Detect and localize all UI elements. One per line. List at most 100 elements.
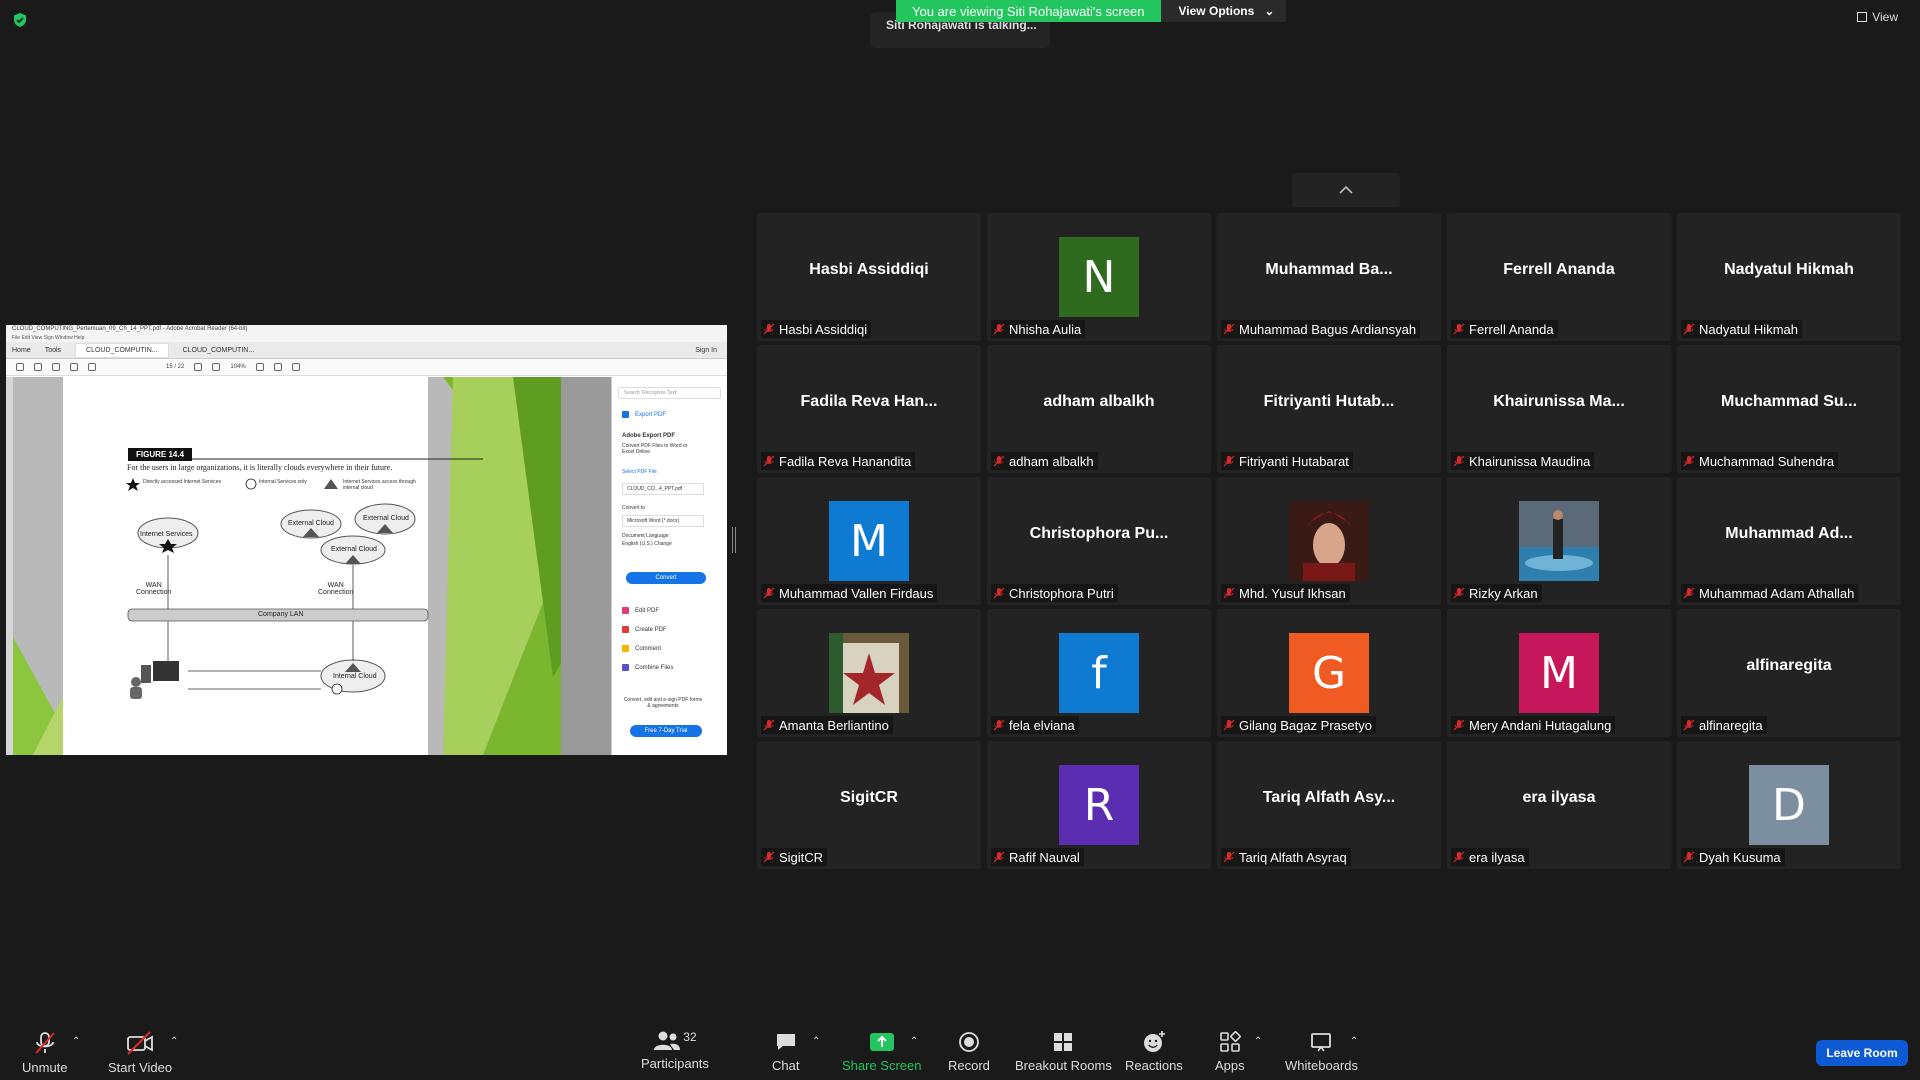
tab-document-1: CLOUD_COMPUTIN... xyxy=(75,342,169,358)
participant-name: Dyah Kusuma xyxy=(1699,849,1781,865)
split-resize-handle[interactable] xyxy=(732,527,736,553)
participant-name: Ferrell Ananda xyxy=(1469,321,1554,337)
participant-tile[interactable]: Mhd. Yusuf Ikhsan xyxy=(1217,477,1441,605)
participant-name-label: Khairunissa Maudina xyxy=(1451,452,1595,470)
view-options-button[interactable]: View Options ⌄ xyxy=(1160,0,1287,22)
participant-tile[interactable]: alfinaregita alfinaregita xyxy=(1677,609,1901,737)
tool-comment: Comment xyxy=(622,645,661,652)
cloud-label-external-2: External Cloud xyxy=(363,515,409,522)
muted-mic-icon xyxy=(763,323,775,335)
apps-button[interactable]: Apps xyxy=(1215,1030,1245,1073)
audio-options-caret[interactable]: ⌃ xyxy=(72,1036,80,1047)
participant-name-label: Nhisha Aulia xyxy=(991,320,1086,338)
tab-tools: Tools xyxy=(44,346,62,354)
record-button[interactable]: Record xyxy=(948,1030,990,1073)
leave-room-button[interactable]: Leave Room xyxy=(1816,1040,1908,1066)
participant-tile[interactable]: f fela elviana xyxy=(987,609,1211,737)
participant-avatar: R xyxy=(1059,765,1139,845)
participant-tile[interactable]: Tariq Alfath Asy... Tariq Alfath Asyraq xyxy=(1217,741,1441,869)
acrobat-right-panel: Search 'Recognize Text' Export PDF Adobe… xyxy=(611,377,727,755)
gallery-page-up-button[interactable] xyxy=(1292,173,1400,207)
start-video-button[interactable]: Start Video xyxy=(108,1030,172,1075)
tool-edit-pdf-label: Edit PDF xyxy=(635,607,660,614)
participant-tile[interactable]: Muhammad Ad... Muhammad Adam Athallah xyxy=(1677,477,1901,605)
view-button[interactable]: View xyxy=(1857,10,1898,24)
participant-tile[interactable]: era ilyasa era ilyasa xyxy=(1447,741,1671,869)
whiteboards-button[interactable]: Whiteboards xyxy=(1285,1030,1358,1073)
muted-mic-icon xyxy=(993,455,1005,467)
apps-options-caret[interactable]: ⌃ xyxy=(1254,1036,1262,1047)
participant-avatar: D xyxy=(1749,765,1829,845)
participant-name: Hasbi Assiddiqi xyxy=(779,321,868,337)
whiteboards-options-caret[interactable]: ⌃ xyxy=(1350,1036,1358,1047)
participant-tile[interactable]: Rizky Arkan xyxy=(1447,477,1671,605)
participant-tile[interactable]: Amanta Berliantino xyxy=(757,609,981,737)
participant-name: fela elviana xyxy=(1009,717,1075,733)
participant-avatar: G xyxy=(1289,633,1369,713)
reactions-button[interactable]: Reactions xyxy=(1125,1030,1183,1073)
participant-tile[interactable]: G Gilang Bagaz Prasetyo xyxy=(1217,609,1441,737)
participant-name-label: Nadyatul Hikmah xyxy=(1681,320,1802,338)
participant-tile[interactable]: N Nhisha Aulia xyxy=(987,213,1211,341)
muted-mic-icon xyxy=(1453,719,1465,731)
participant-tile[interactable]: Muchammad Su... Muchammad Suhendra xyxy=(1677,345,1901,473)
cloud-label-external-3: External Cloud xyxy=(331,546,377,553)
share-options-caret[interactable]: ⌃ xyxy=(910,1036,918,1047)
participant-display-name: Muhammad Ad... xyxy=(1725,525,1853,542)
cloud-label-external-1: External Cloud xyxy=(288,520,334,527)
participant-tile[interactable]: SigitCR SigitCR xyxy=(757,741,981,869)
legend-item-through-cloud: Internet Services access through interna… xyxy=(343,479,416,491)
participants-label: Participants xyxy=(641,1056,709,1071)
participant-tile[interactable]: M Muhammad Vallen Firdaus xyxy=(757,477,981,605)
participant-name-label: Tariq Alfath Asyraq xyxy=(1221,848,1351,866)
participant-name-label: Mery Andani Hutagalung xyxy=(1451,716,1616,734)
participant-name: adham albalkh xyxy=(1009,453,1094,469)
participant-tile[interactable]: R Rafif Nauval xyxy=(987,741,1211,869)
participant-name: Nadyatul Hikmah xyxy=(1699,321,1798,337)
tool-create-pdf-label: Create PDF xyxy=(635,626,667,633)
muted-microphone-icon xyxy=(35,1032,55,1054)
unmute-button[interactable]: Unmute xyxy=(22,1030,68,1075)
convert-button: Convert xyxy=(626,572,706,584)
whiteboards-label: Whiteboards xyxy=(1285,1058,1358,1073)
participant-name-label: Fadila Reva Hanandita xyxy=(761,452,916,470)
participant-name: Muchammad Suhendra xyxy=(1699,453,1835,469)
participant-tile[interactable]: Khairunissa Ma... Khairunissa Maudina xyxy=(1447,345,1671,473)
shared-screen: CLOUD_COMPUTING_Pertemuan_09_Ch_14_PPT.p… xyxy=(6,325,727,755)
participants-button[interactable]: 32 Participants xyxy=(641,1030,709,1071)
participant-tile[interactable]: Muhammad Ba... Muhammad Bagus Ardiansyah xyxy=(1217,213,1441,341)
chat-button[interactable]: Chat xyxy=(772,1030,799,1073)
muted-mic-icon xyxy=(993,851,1005,863)
participant-avatar: M xyxy=(1519,633,1599,713)
participant-name-label: Muchammad Suhendra xyxy=(1681,452,1839,470)
muted-mic-icon xyxy=(1223,719,1235,731)
participant-name: Rizky Arkan xyxy=(1469,585,1538,601)
participant-display-name: Christophora Pu... xyxy=(1029,525,1169,542)
tab-home: Home xyxy=(12,346,31,354)
participant-tile[interactable]: Hasbi Assiddiqi Hasbi Assiddiqi xyxy=(757,213,981,341)
muted-mic-icon xyxy=(993,587,1005,599)
participants-count: 32 xyxy=(683,1030,697,1044)
muted-mic-icon xyxy=(1453,323,1465,335)
participant-tile[interactable]: Nadyatul Hikmah Nadyatul Hikmah xyxy=(1677,213,1901,341)
muted-mic-icon xyxy=(1683,455,1695,467)
whiteboard-icon xyxy=(1311,1033,1332,1052)
participant-tile[interactable]: Fitriyanti Hutab... Fitriyanti Hutabarat xyxy=(1217,345,1441,473)
participant-tile[interactable]: M Mery Andani Hutagalung xyxy=(1447,609,1671,737)
participant-name-label: fela elviana xyxy=(991,716,1079,734)
chat-options-caret[interactable]: ⌃ xyxy=(812,1036,820,1047)
tool-combine-files-label: Combine Files xyxy=(635,664,674,671)
participant-video-thumbnail xyxy=(1519,501,1599,581)
participant-name-label: Christophora Putri xyxy=(991,584,1118,602)
video-options-caret[interactable]: ⌃ xyxy=(170,1036,178,1047)
muted-mic-icon xyxy=(1453,455,1465,467)
participant-name-label: Muhammad Adam Athallah xyxy=(1681,584,1859,602)
participant-tile[interactable]: adham albalkh adham albalkh xyxy=(987,345,1211,473)
participant-tile[interactable]: D Dyah Kusuma xyxy=(1677,741,1901,869)
participant-tile[interactable]: Christophora Pu... Christophora Putri xyxy=(987,477,1211,605)
security-shield-icon[interactable] xyxy=(12,12,28,28)
participant-tile[interactable]: Fadila Reva Han... Fadila Reva Hanandita xyxy=(757,345,981,473)
breakout-rooms-button[interactable]: Breakout Rooms xyxy=(1015,1030,1112,1073)
participant-tile[interactable]: Ferrell Ananda Ferrell Ananda xyxy=(1447,213,1671,341)
participant-name-label: adham albalkh xyxy=(991,452,1098,470)
